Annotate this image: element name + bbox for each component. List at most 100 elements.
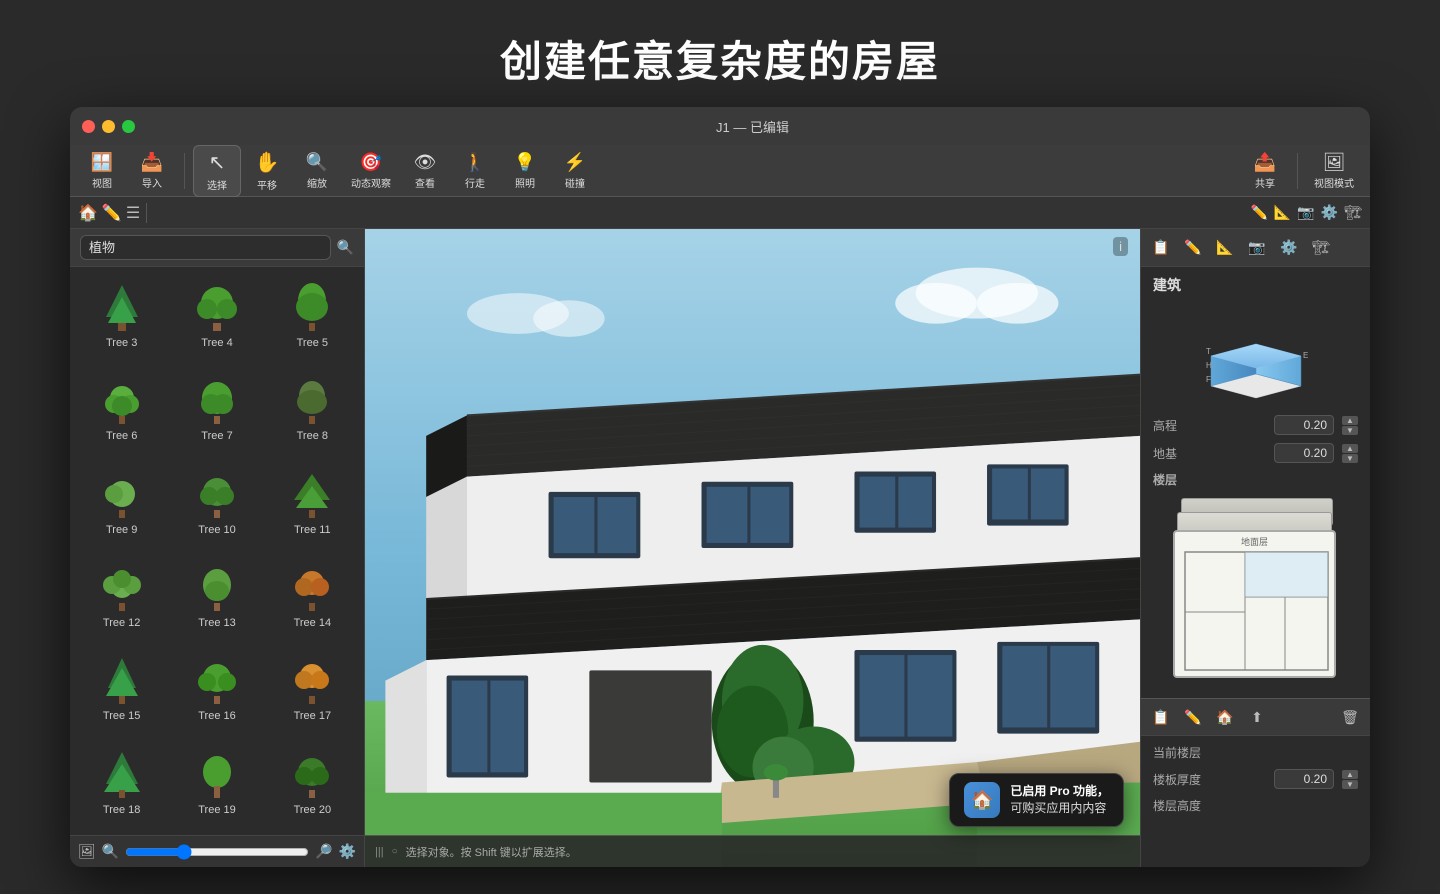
measure-icon[interactable]: 📐 [1274, 204, 1291, 221]
collision-tool[interactable]: ⚡ 碰撞 [551, 148, 599, 194]
view-tool[interactable]: 👁 查看 [401, 148, 449, 194]
svg-text:T: T [1206, 347, 1211, 356]
floor-add-btn[interactable]: 📋 [1147, 703, 1175, 731]
image-icon[interactable]: 🖼 [78, 843, 96, 860]
right-tb-btn-3[interactable]: 📐 [1211, 234, 1239, 262]
tree-item-5[interactable]: Tree 5 [265, 271, 360, 364]
right-tb-icon-6: 🏗 [1312, 239, 1330, 256]
base-up[interactable]: ▲ [1342, 444, 1358, 453]
tree-5-icon [284, 279, 340, 335]
view-mode-button[interactable]: 🖼 视图模式 [1306, 148, 1362, 194]
import-icon: 📥 [141, 152, 163, 173]
build-icon[interactable]: 🏗 [1344, 204, 1362, 221]
slab-stepper: ▲ ▼ [1342, 770, 1358, 789]
toolbar-sep-2 [1297, 153, 1298, 189]
zoom-tool[interactable]: 🔍 缩放 [293, 148, 341, 194]
right-tb-btn-5[interactable]: ⚙️ [1275, 234, 1303, 262]
floor-delete-btn[interactable]: 🗑 [1336, 703, 1364, 731]
category-select[interactable]: 植物 [80, 235, 331, 260]
pan-tool[interactable]: ✋ 平移 [243, 146, 291, 196]
floor-up-btn[interactable]: ⬆ [1243, 703, 1271, 731]
right-tb-btn-6[interactable]: 🏗 [1307, 234, 1335, 262]
tree-item-3[interactable]: Tree 3 [74, 271, 169, 364]
tree-item-20[interactable]: Tree 20 [265, 738, 360, 831]
tree-18-label: Tree 18 [103, 804, 141, 816]
pencil-sub-icon[interactable]: ✏️ [1250, 204, 1267, 221]
walk-icon: 🚶 [464, 152, 486, 173]
tree-11-label: Tree 11 [294, 524, 331, 536]
tree-item-16[interactable]: Tree 16 [169, 644, 264, 737]
floor-edit-btn[interactable]: ✏️ [1179, 703, 1207, 731]
base-input[interactable] [1274, 443, 1334, 463]
tree-item-6[interactable]: Tree 6 [74, 364, 169, 457]
right-tb-btn-2[interactable]: ✏️ [1179, 234, 1207, 262]
main-area: 植物 🔍 Tree 3 [70, 229, 1370, 867]
tree-item-7[interactable]: Tree 7 [169, 364, 264, 457]
tree-grid: Tree 3 Tree 4 [70, 267, 364, 835]
slab-down[interactable]: ▼ [1342, 780, 1358, 789]
walk-tool[interactable]: 🚶 行走 [451, 148, 499, 194]
sub-toolbar: 🏠 ✏️ ☰ ✏️ 📐 📷 ⚙️ 🏗 [70, 197, 1370, 229]
floor-home-btn[interactable]: 🏠 [1211, 703, 1239, 731]
tree-item-12[interactable]: Tree 12 [74, 551, 169, 644]
select-tool[interactable]: ↖ 选择 [193, 145, 241, 197]
tree-item-19[interactable]: Tree 19 [169, 738, 264, 831]
viewport-sep-marker: ||| [375, 846, 384, 858]
elevation-down[interactable]: ▼ [1342, 426, 1358, 435]
tree-7-icon [189, 372, 245, 428]
zoom-in-icon[interactable]: 🔎 [315, 843, 332, 860]
elevation-up[interactable]: ▲ [1342, 416, 1358, 425]
viewport-status-bar: ||| ○ 选择对象。按 Shift 键以扩展选择。 [365, 835, 1140, 867]
zoom-out-icon[interactable]: 🔍 [102, 843, 119, 860]
tree-16-icon [189, 652, 245, 708]
base-label: 地基 [1153, 445, 1266, 462]
slab-row: 楼板厚度 ▲ ▼ [1141, 765, 1370, 793]
close-button[interactable] [82, 120, 95, 133]
tree-item-11[interactable]: Tree 11 [265, 458, 360, 551]
bottom-floor-toolbar: 📋 ✏️ 🏠 ⬆ 🗑 [1141, 698, 1370, 736]
slab-input[interactable] [1274, 769, 1334, 789]
tree-item-17[interactable]: Tree 17 [265, 644, 360, 737]
tree-item-4[interactable]: Tree 4 [169, 271, 264, 364]
zoom-slider[interactable] [125, 844, 309, 860]
orbit-tool[interactable]: 🎯 动态观察 [343, 148, 399, 194]
elevation-input[interactable] [1274, 415, 1334, 435]
minimize-button[interactable] [102, 120, 115, 133]
pencil-icon[interactable]: ✏️ [102, 203, 122, 223]
tree-item-10[interactable]: Tree 10 [169, 458, 264, 551]
tree-item-18[interactable]: Tree 18 [74, 738, 169, 831]
share-button[interactable]: 📤 共享 [1241, 148, 1289, 194]
tree-18-icon [94, 746, 150, 802]
floor-plan-active[interactable]: 地面层 [1173, 530, 1336, 678]
tree-item-8[interactable]: Tree 8 [265, 364, 360, 457]
building-diagram-svg: T H F E [1201, 306, 1311, 401]
right-tb-icon-5: ⚙️ [1280, 239, 1297, 256]
home-icon[interactable]: 🏠 [78, 203, 98, 223]
slab-up[interactable]: ▲ [1342, 770, 1358, 779]
view-mode-icon: 👁 [414, 152, 437, 173]
config-icon[interactable]: ⚙️ [339, 843, 356, 860]
tree-4-label: Tree 4 [201, 337, 232, 349]
lighting-tool[interactable]: 💡 照明 [501, 148, 549, 194]
settings-icon[interactable]: ⚙️ [1321, 204, 1338, 221]
maximize-button[interactable] [122, 120, 135, 133]
list-icon[interactable]: ☰ [126, 203, 140, 223]
bottom-props: 当前楼层 楼板厚度 ▲ ▼ 楼层高度 [1141, 736, 1370, 822]
viewport[interactable]: i ||| ○ 选择对象。按 Shift 键以扩展选择。 🏠 已启用 Pro 功… [365, 229, 1140, 867]
pro-badge[interactable]: 🏠 已启用 Pro 功能， 可购买应用内内容 [949, 773, 1124, 827]
search-icon[interactable]: 🔍 [337, 239, 354, 256]
tree-item-13[interactable]: Tree 13 [169, 551, 264, 644]
zoom-icon: 🔍 [306, 152, 328, 173]
import-button[interactable]: 📥 导入 [128, 148, 176, 194]
view-button[interactable]: 🪟 视图 [78, 148, 126, 194]
base-down[interactable]: ▼ [1342, 454, 1358, 463]
camera-icon[interactable]: 📷 [1297, 204, 1314, 221]
tree-item-15[interactable]: Tree 15 [74, 644, 169, 737]
select-icon: ↖ [209, 150, 226, 175]
svg-text:F: F [1206, 375, 1211, 384]
tree-12-label: Tree 12 [103, 617, 141, 629]
tree-item-14[interactable]: Tree 14 [265, 551, 360, 644]
right-tb-btn-1[interactable]: 📋 [1147, 234, 1175, 262]
right-tb-btn-4[interactable]: 📷 [1243, 234, 1271, 262]
tree-item-9[interactable]: Tree 9 [74, 458, 169, 551]
